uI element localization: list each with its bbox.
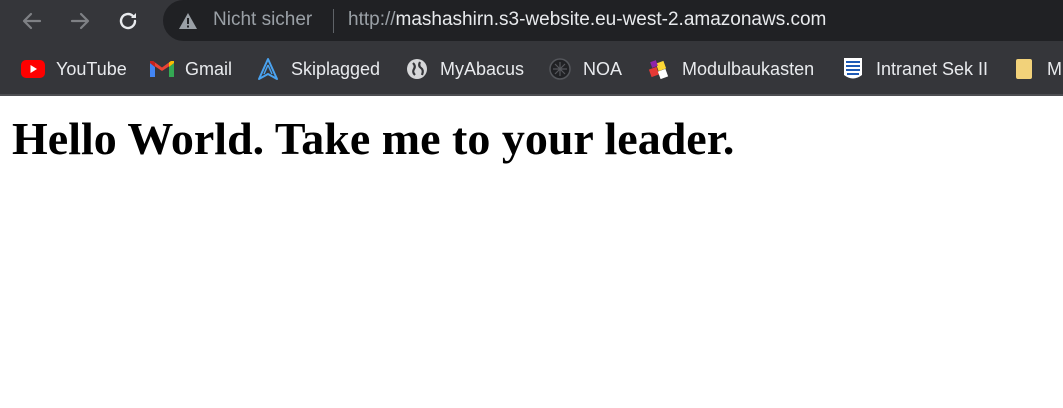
bookmark-intranet[interactable]: Intranet Sek II (841, 55, 988, 83)
security-status-label[interactable]: Nicht sicher (213, 9, 312, 31)
address-bar[interactable]: Nicht sicher http://mashashirn.s3-websit… (163, 0, 1063, 41)
browser-window: Nicht sicher http://mashashirn.s3-websit… (0, 0, 1063, 408)
bookmark-label: Gmail (185, 58, 233, 79)
warning-icon[interactable] (178, 11, 198, 31)
arrow-right-icon (70, 12, 90, 30)
browser-toolbar: Nicht sicher http://mashashirn.s3-websit… (0, 0, 1063, 44)
bookmark-label: NOA (583, 58, 623, 79)
bookmark-youtube[interactable]: YouTube (21, 55, 127, 83)
bookmark-gmail[interactable]: Gmail (150, 55, 232, 83)
arrow-left-icon (22, 12, 42, 30)
bookmark-label: Skiplagged (291, 58, 381, 79)
back-button[interactable] (15, 4, 49, 38)
url-scheme: http:// (348, 9, 396, 30)
skiplagged-icon (256, 57, 280, 81)
forward-button[interactable] (63, 4, 97, 38)
reload-icon (119, 12, 137, 30)
intranet-icon (841, 57, 865, 81)
bookmarks-bar: YouTube Gmail Skiplagged MyAbacus NOA Mo… (0, 44, 1063, 96)
bookmark-skiplagged[interactable]: Skiplagged (256, 55, 380, 83)
youtube-icon (21, 57, 45, 81)
bookmark-label: YouTube (56, 58, 127, 79)
noa-icon (548, 57, 572, 81)
globe-icon (405, 57, 429, 81)
bookmark-label: Modulbaukasten (682, 58, 815, 79)
address-separator (333, 9, 334, 33)
reload-button[interactable] (111, 4, 145, 38)
bookmark-label: MyAbacus (440, 58, 525, 79)
bookmark-label: M (1047, 58, 1062, 79)
bookmark-noa[interactable]: NOA (548, 55, 622, 83)
modulbaukasten-icon (647, 57, 671, 81)
gmail-icon (150, 57, 174, 81)
bookmark-modulbaukasten[interactable]: Modulbaukasten (647, 55, 814, 83)
page-heading: Hello World. Take me to your leader. (12, 113, 735, 164)
bookmark-label: Intranet Sek II (876, 58, 989, 79)
page-content: Hello World. Take me to your leader. (0, 96, 1063, 408)
bookmark-m[interactable]: M (1012, 55, 1062, 83)
url-text[interactable]: http://mashashirn.s3-website.eu-west-2.a… (348, 9, 826, 31)
bookmark-myabacus[interactable]: MyAbacus (405, 55, 524, 83)
url-host: mashashirn.s3-website.eu-west-2.amazonaw… (395, 9, 827, 30)
folder-icon (1012, 57, 1036, 81)
